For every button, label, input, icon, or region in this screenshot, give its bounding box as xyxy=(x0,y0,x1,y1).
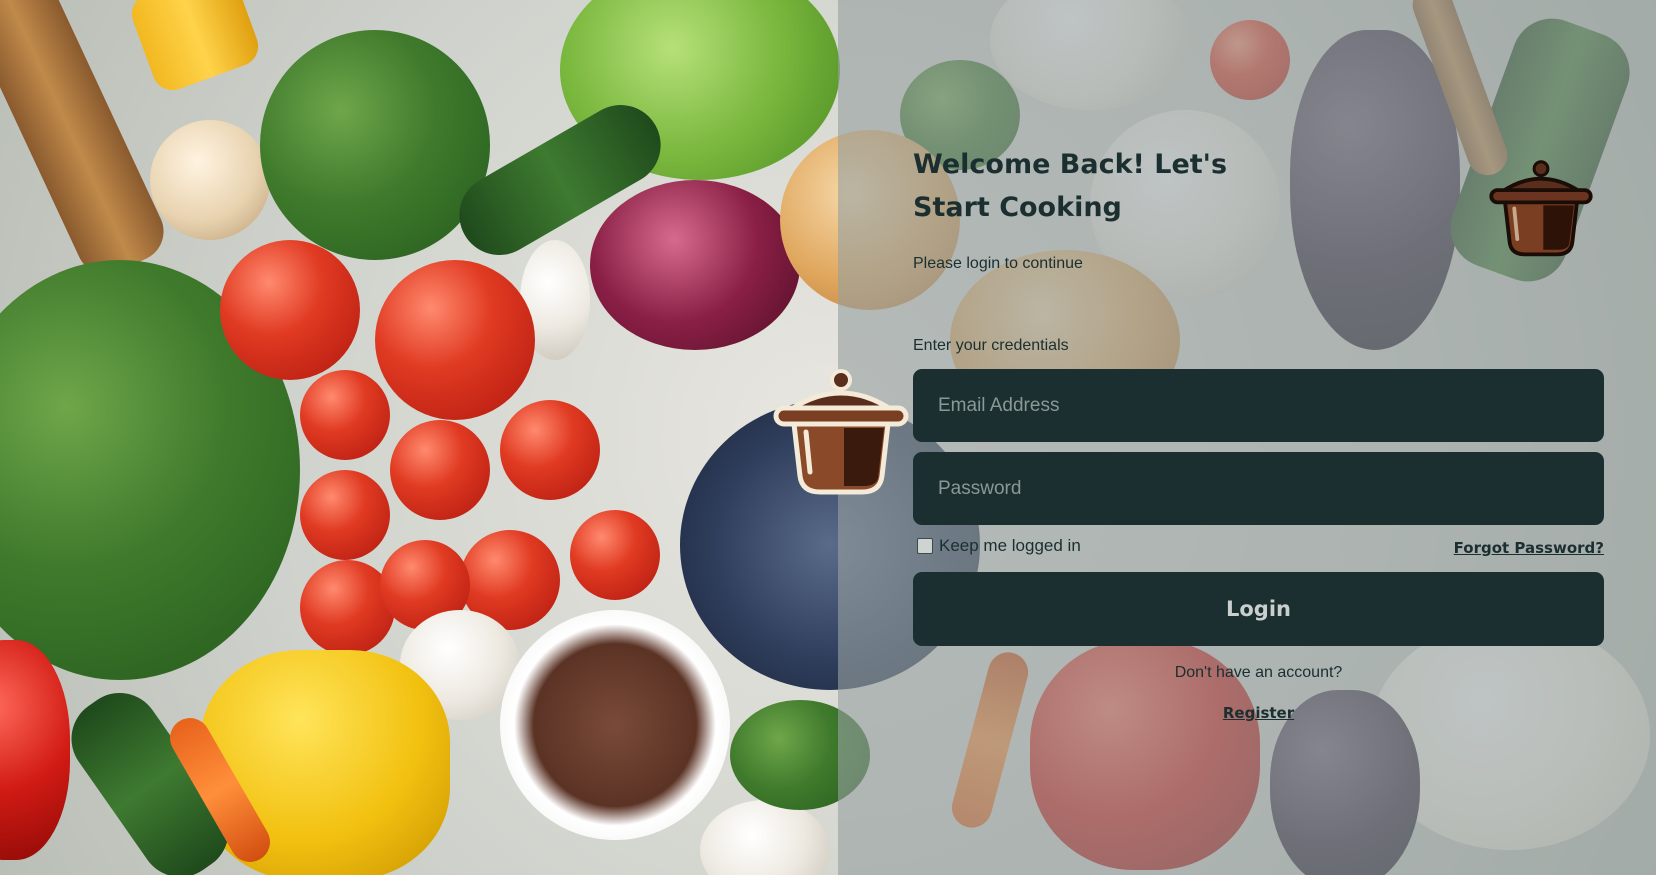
keep-logged-in-control[interactable]: Keep me logged in xyxy=(917,536,1081,556)
email-input[interactable] xyxy=(913,369,1604,442)
page-title: Welcome Back! Let's Start Cooking xyxy=(913,149,1228,223)
forgot-password-link[interactable]: Forgot Password? xyxy=(1454,539,1604,557)
keep-logged-in-label: Keep me logged in xyxy=(939,536,1081,555)
cooking-pot-icon xyxy=(773,369,909,495)
cooking-pot-icon xyxy=(1489,160,1593,257)
credentials-label: Enter your credentials xyxy=(913,337,1069,354)
keep-logged-in-checkbox[interactable] xyxy=(917,538,933,554)
password-input[interactable] xyxy=(913,452,1604,525)
no-account-text: Don't have an account? xyxy=(1174,664,1343,681)
register-link[interactable]: Register xyxy=(913,704,1604,722)
page-subtitle: Please login to continue xyxy=(913,255,1083,272)
login-button[interactable]: Login xyxy=(913,572,1604,646)
